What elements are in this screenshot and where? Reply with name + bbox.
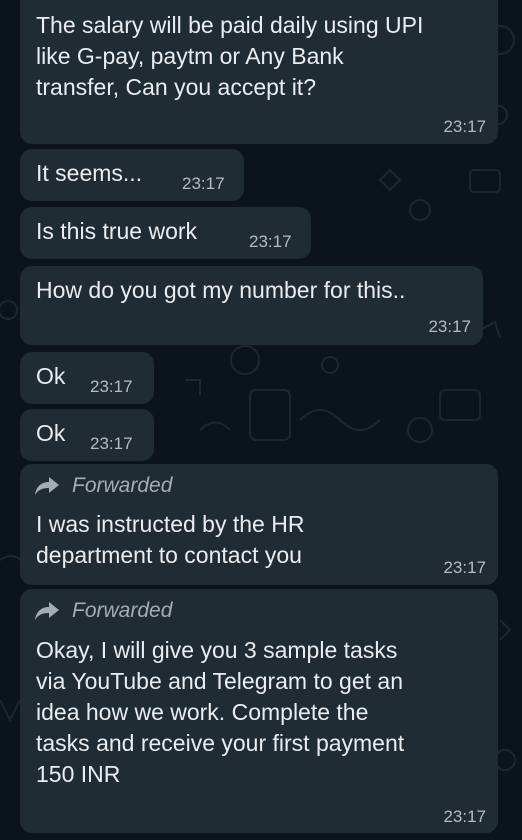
message-text: Is this true work (36, 218, 198, 244)
message-text: I was instructed by the HR department to… (36, 511, 305, 568)
message-timestamp: 23:17 (443, 117, 486, 136)
message-timestamp: 23:17 (90, 377, 133, 396)
message-bubble[interactable]: Ok 23:17 (20, 352, 154, 404)
forwarded-label: Forwarded (72, 599, 173, 622)
message-bubble[interactable]: Forwarded Okay, I will give you 3 sample… (20, 589, 498, 833)
message-bubble[interactable]: Ok 23:17 (20, 409, 154, 461)
message-timestamp: 23:17 (249, 232, 292, 251)
message-timestamp: 23:17 (443, 807, 486, 826)
message-bubble[interactable]: It seems... 23:17 (20, 149, 244, 201)
forwarded-label: Forwarded (72, 474, 173, 497)
forward-arrow-icon (35, 602, 59, 620)
message-bubble[interactable]: How do you got my number for this.. 23:1… (20, 266, 483, 345)
message-text: Okay, I will give you 3 sample tasks via… (36, 637, 405, 787)
forward-arrow-icon (35, 477, 59, 495)
message-timestamp: 23:17 (428, 317, 471, 336)
message-text: It seems... (36, 160, 143, 186)
message-timestamp: 23:17 (90, 434, 133, 453)
message-text: Ok (36, 363, 66, 389)
message-bubble[interactable]: Is this true work 23:17 (20, 207, 311, 259)
message-bubble[interactable]: The salary will be paid daily using UPI … (20, 0, 498, 144)
message-bubble[interactable]: Forwarded I was instructed by the HR dep… (20, 464, 498, 585)
message-timestamp: 23:17 (182, 174, 225, 193)
message-text: The salary will be paid daily using UPI … (36, 12, 424, 100)
message-timestamp: 23:17 (443, 558, 486, 577)
message-text: Ok (36, 420, 66, 446)
message-text: How do you got my number for this.. (36, 277, 406, 303)
